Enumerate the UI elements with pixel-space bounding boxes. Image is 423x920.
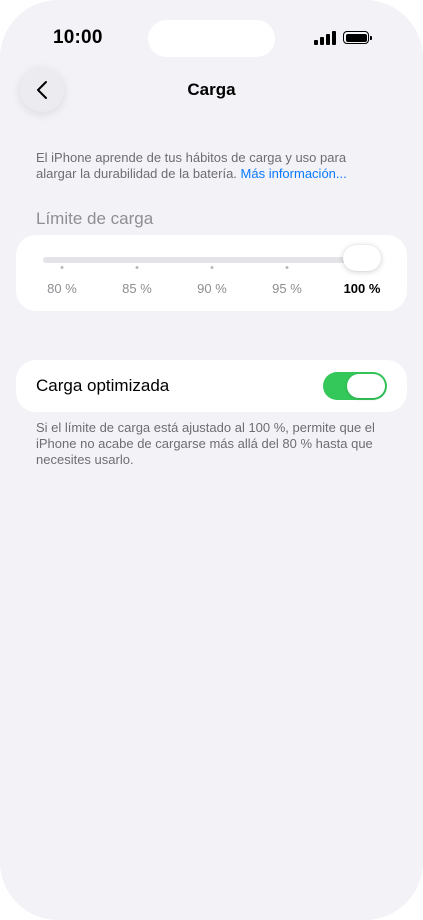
cellular-signal-icon [314, 31, 337, 45]
more-info-link[interactable]: Más información... [241, 166, 347, 181]
charge-limit-header: Límite de carga [36, 209, 154, 228]
charge-limit-slider-card: 80 % 85 % 90 % 95 % 100 % [16, 235, 407, 311]
optimized-charging-note: Si el límite de carga está ajustado al 1… [36, 420, 375, 467]
slider-tick [60, 266, 64, 269]
slider-tick [210, 266, 214, 269]
charge-limit-slider[interactable] [43, 257, 377, 263]
slider-option-label[interactable]: 95 % [272, 281, 302, 296]
slider-option-label[interactable]: 85 % [122, 281, 152, 296]
slider-tick [135, 266, 139, 269]
slider-tick [285, 266, 289, 269]
slider-option-label[interactable]: 90 % [197, 281, 227, 296]
page-title: Carga [187, 80, 236, 99]
toggle-knob [347, 374, 385, 398]
battery-icon [343, 31, 372, 44]
slider-option-label[interactable]: 80 % [47, 281, 77, 296]
optimized-charging-label: Carga optimizada [36, 376, 170, 395]
charging-description: El iPhone aprende de tus hábitos de carg… [36, 150, 376, 182]
dynamic-island [148, 20, 275, 57]
optimized-charging-toggle[interactable] [323, 372, 387, 400]
status-time: 10:00 [53, 27, 103, 48]
slider-thumb[interactable] [343, 245, 381, 271]
optimized-charging-row: Carga optimizada [16, 360, 407, 412]
phone-screen: 10:00 Carga El iPhone aprende de tus háb… [0, 0, 423, 920]
slider-option-label[interactable]: 100 % [344, 281, 381, 296]
